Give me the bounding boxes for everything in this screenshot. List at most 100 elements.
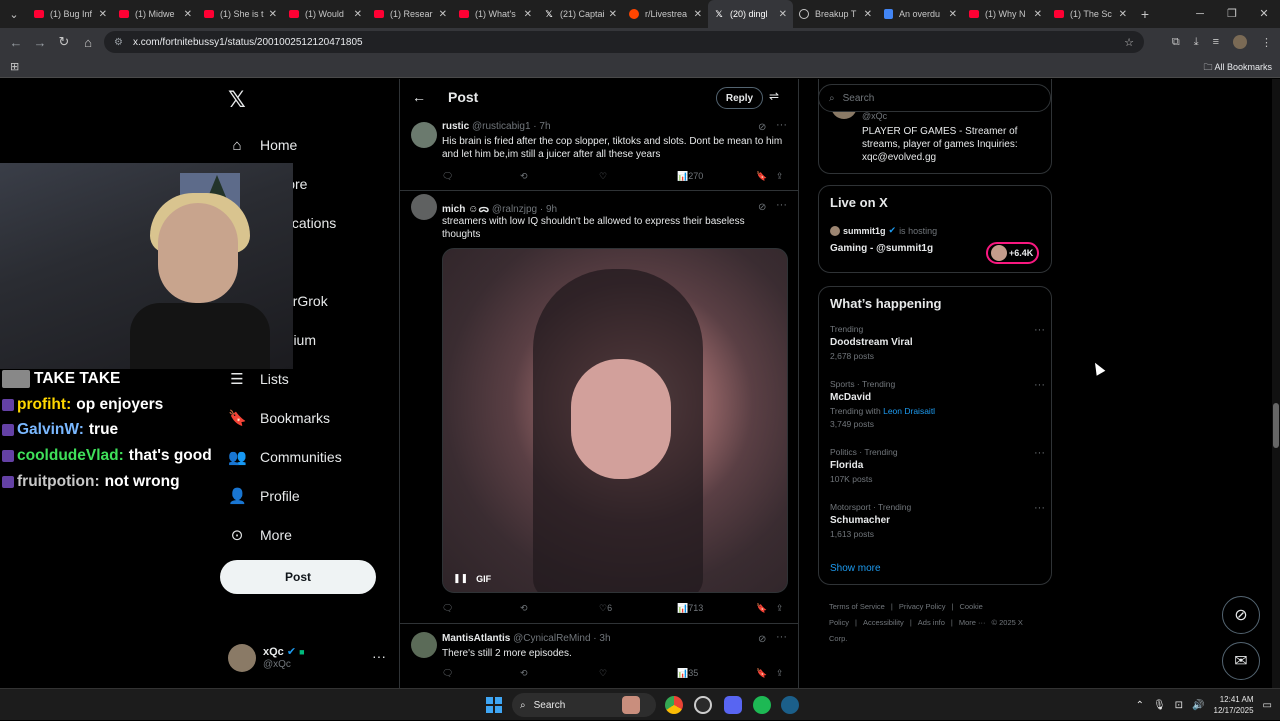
grok-icon[interactable]: ⊘ xyxy=(758,634,766,645)
live-listener-count[interactable]: +6.4K xyxy=(986,242,1039,264)
trend-more-icon[interactable]: ··· xyxy=(1034,447,1045,459)
pause-icon[interactable]: ❚❚ xyxy=(453,573,468,584)
footer-link[interactable]: Terms of Service xyxy=(829,602,885,611)
nav-item-home[interactable]: ⌂ Home xyxy=(228,130,297,160)
clock[interactable]: 12:41 AM 12/17/2025 xyxy=(1214,694,1254,716)
tray-overflow-icon[interactable]: ⌃ xyxy=(1136,700,1144,711)
repost-icon[interactable]: ⟲ xyxy=(520,171,528,182)
tweet-gif-media[interactable]: ❚❚ GIF xyxy=(442,248,788,593)
browser-tab[interactable]: 𝕏 (20) dingl ✕ xyxy=(708,0,793,28)
trend-related-link[interactable]: Leon Draisaitl xyxy=(883,406,935,416)
post-button[interactable]: Post xyxy=(220,560,376,594)
volume-icon[interactable]: 🔊 xyxy=(1192,700,1204,711)
like-icon[interactable]: ♡ 6 xyxy=(599,603,612,614)
like-icon[interactable]: ♡ xyxy=(599,668,607,679)
obs-icon[interactable] xyxy=(694,696,712,714)
minimize-icon[interactable]: ─ xyxy=(1184,0,1216,28)
tweet-author-name[interactable]: mich ☺ᯅ xyxy=(442,204,489,215)
maximize-icon[interactable]: ❐ xyxy=(1216,0,1248,28)
new-tab-button[interactable]: + xyxy=(1133,6,1157,22)
grok-icon[interactable]: ⊘ xyxy=(758,122,766,133)
views-icon[interactable]: 📊 713 xyxy=(677,603,703,614)
trend-item[interactable]: Sports · Trending McDavid Trending with Le… xyxy=(830,379,1045,429)
bookmark-icon[interactable]: 🔖 xyxy=(756,171,767,182)
url-field[interactable]: ⚙ x.com/fortnitebussy1/status/2001002512… xyxy=(104,31,1144,53)
bookmark-star-icon[interactable]: ☆ xyxy=(1124,36,1134,49)
nav-item-communities[interactable]: 👥 Communities xyxy=(228,442,342,472)
tab-close-icon[interactable]: ✕ xyxy=(354,9,362,20)
repost-icon[interactable]: ⟲ xyxy=(520,603,528,614)
reply-tweet[interactable]: rustic @rusticabig1 · 7h ⊘ ··· His brain… xyxy=(400,119,798,191)
footer-link[interactable]: Privacy Policy xyxy=(899,602,946,611)
tab-close-icon[interactable]: ✕ xyxy=(694,9,702,20)
grok-icon[interactable]: ⊘ xyxy=(758,202,766,213)
close-icon[interactable]: ✕ xyxy=(1248,0,1280,28)
browser-menu-icon[interactable]: ⋮ xyxy=(1261,36,1272,49)
share-icon[interactable]: ⇪ xyxy=(776,668,784,679)
apps-grid-icon[interactable]: ⊞ xyxy=(10,60,19,73)
spotify-icon[interactable] xyxy=(753,696,771,714)
browser-tab[interactable]: (1) Why N ✕ xyxy=(963,0,1048,28)
trend-item[interactable]: Trending Doodstream Viral 2,678 posts ··· xyxy=(830,324,1045,361)
trend-item[interactable]: Motorsport · Trending Schumacher 1,613 pos… xyxy=(830,502,1045,539)
tab-close-icon[interactable]: ✕ xyxy=(184,9,192,20)
footer-link[interactable]: Accessibility xyxy=(863,618,904,627)
share-icon[interactable]: ⇪ xyxy=(776,603,784,614)
more-icon[interactable]: ··· xyxy=(372,648,386,664)
trend-more-icon[interactable]: ··· xyxy=(1034,502,1045,514)
filter-settings-icon[interactable]: ⇌ xyxy=(769,89,779,103)
media-control-icon[interactable]: ≡ xyxy=(1213,36,1219,48)
download-icon[interactable]: ⤓ xyxy=(1194,36,1199,49)
scrollbar-thumb[interactable] xyxy=(1273,403,1279,448)
views-icon[interactable]: 📊 270 xyxy=(677,171,703,182)
browser-tab[interactable]: 𝕏 (21) Captai ✕ xyxy=(538,0,623,28)
search-input[interactable]: ⌕ Search xyxy=(818,84,1051,112)
tweet-author-handle[interactable]: @rusticabig1 xyxy=(472,121,531,132)
tweet-author-name[interactable]: MantisAtlantis xyxy=(442,633,510,644)
trend-item[interactable]: Politics · Trending Florida 107K posts ··· xyxy=(830,447,1045,484)
repost-icon[interactable]: ⟲ xyxy=(520,668,528,679)
x-logo-icon[interactable]: 𝕏 xyxy=(228,87,246,113)
tab-close-icon[interactable]: ✕ xyxy=(864,9,872,20)
tweet-time[interactable]: 7h xyxy=(539,121,550,132)
tab-search-icon[interactable]: ⌄ xyxy=(0,0,28,28)
network-icon[interactable]: ⊡ xyxy=(1175,700,1183,711)
tab-close-icon[interactable]: ✕ xyxy=(949,9,957,20)
tab-close-icon[interactable]: ✕ xyxy=(524,9,532,20)
tab-close-icon[interactable]: ✕ xyxy=(439,9,447,20)
messages-fab-icon[interactable]: ✉ xyxy=(1222,642,1260,680)
grok-fab-icon[interactable]: ⊘ xyxy=(1222,596,1260,634)
browser-tab[interactable]: r/Livestrea ✕ xyxy=(623,0,708,28)
browser-tab[interactable]: (1) Bug Inf ✕ xyxy=(28,0,113,28)
back-icon[interactable]: ← xyxy=(4,35,28,50)
scrollbar[interactable] xyxy=(1272,79,1280,688)
views-icon[interactable]: 📊 35 xyxy=(677,668,698,679)
trend-more-icon[interactable]: ··· xyxy=(1034,379,1045,391)
discord-icon[interactable] xyxy=(724,696,742,714)
tab-close-icon[interactable]: ✕ xyxy=(269,9,277,20)
browser-tab[interactable]: An overdu ✕ xyxy=(878,0,963,28)
site-info-icon[interactable]: ⚙ xyxy=(114,37,123,48)
tab-close-icon[interactable]: ✕ xyxy=(99,9,107,20)
widgets-icon[interactable] xyxy=(622,696,640,714)
back-arrow-icon[interactable]: ← xyxy=(412,89,426,105)
tab-close-icon[interactable]: ✕ xyxy=(779,9,787,20)
tab-close-icon[interactable]: ✕ xyxy=(1119,9,1127,20)
browser-tab[interactable]: (1) Would ✕ xyxy=(283,0,368,28)
tweet-author-name[interactable]: rustic xyxy=(442,121,469,132)
extensions-icon[interactable]: ⧉ xyxy=(1172,36,1180,49)
bookmark-icon[interactable]: 🔖 xyxy=(756,668,767,679)
browser-tab[interactable]: Breakup T ✕ xyxy=(793,0,878,28)
home-browser-icon[interactable]: ⌂ xyxy=(76,35,100,50)
account-switcher[interactable]: xQc ✔ ■ @xQc ··· xyxy=(228,644,388,674)
tweet-more-icon[interactable]: ··· xyxy=(776,199,787,211)
reload-icon[interactable]: ↻ xyxy=(52,34,76,50)
trend-more-icon[interactable]: ··· xyxy=(1034,324,1045,336)
bookmark-icon[interactable]: 🔖 xyxy=(756,603,767,614)
steam-icon[interactable] xyxy=(781,696,799,714)
footer-link[interactable]: Ads info xyxy=(918,618,945,627)
microphone-icon[interactable]: 🎙 xyxy=(1153,700,1166,711)
notifications-icon[interactable]: ▭ xyxy=(1263,700,1272,711)
live-host[interactable]: summit1g ✔ is hosting xyxy=(830,225,937,236)
tweet-more-icon[interactable]: ··· xyxy=(776,631,787,643)
